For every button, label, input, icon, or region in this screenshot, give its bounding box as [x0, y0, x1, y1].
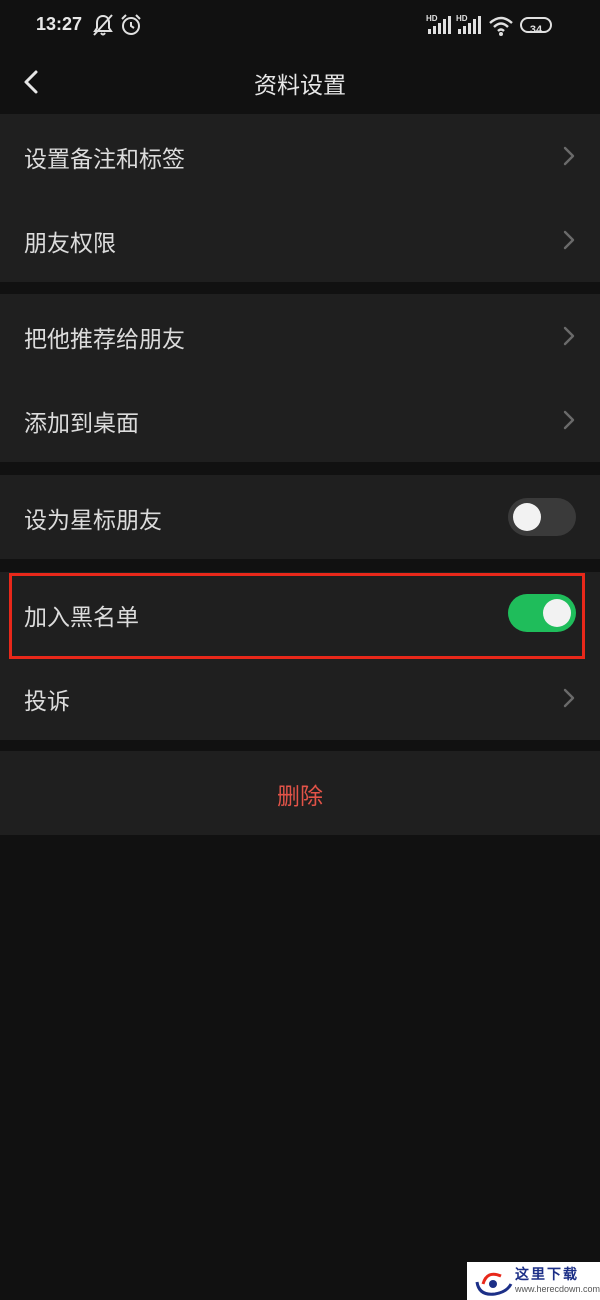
battery-level: 34 — [529, 24, 543, 36]
page-title: 资料设置 — [254, 73, 346, 99]
toggle-knob — [543, 599, 571, 627]
row-label: 设置备注和标签 — [24, 147, 185, 173]
logo-swoosh-icon — [475, 1272, 513, 1296]
row-label: 投诉 — [24, 689, 70, 715]
alarm-icon — [121, 14, 141, 35]
signal-hd-icon: HD — [456, 14, 481, 34]
star-friend-toggle[interactable] — [508, 498, 576, 536]
chevron-right-icon — [563, 688, 575, 708]
chevron-right-icon — [563, 230, 575, 250]
row-complain[interactable]: 投诉 — [0, 656, 600, 740]
status-bar: 13:27 HD HD 34 — [0, 0, 600, 52]
row-friend-permissions[interactable]: 朋友权限 — [0, 198, 600, 282]
row-set-star-friend: 设为星标朋友 — [0, 475, 600, 559]
status-time: 13:27 — [36, 14, 83, 34]
chevron-right-icon — [563, 410, 575, 430]
row-label: 把他推荐给朋友 — [24, 327, 185, 353]
row-label: 设为星标朋友 — [24, 508, 162, 534]
row-add-to-desktop[interactable]: 添加到桌面 — [0, 378, 600, 462]
row-recommend-to-friend[interactable]: 把他推荐给朋友 — [0, 294, 600, 378]
settings-group-remarks: 设置备注和标签 朋友权限 — [0, 114, 600, 282]
wifi-icon — [489, 16, 513, 36]
chevron-right-icon — [563, 146, 575, 166]
settings-group-star: 设为星标朋友 — [0, 475, 600, 559]
status-icons-right: HD HD 34 — [426, 13, 566, 39]
bell-off-icon — [93, 14, 113, 36]
svg-text:HD: HD — [456, 14, 468, 23]
watermark-title: 这里下载 — [515, 1267, 579, 1283]
battery-icon: 34 — [520, 17, 552, 36]
row-label: 朋友权限 — [24, 231, 116, 257]
svg-text:HD: HD — [426, 14, 438, 23]
delete-label: 删除 — [277, 784, 323, 810]
row-label: 添加到桌面 — [24, 411, 139, 437]
nav-bar: 资料设置 — [0, 52, 600, 110]
signal-hd-icon: HD — [426, 14, 451, 34]
row-label: 加入黑名单 — [24, 605, 139, 631]
chevron-right-icon — [563, 326, 575, 346]
settings-group-share: 把他推荐给朋友 添加到桌面 — [0, 294, 600, 462]
watermark-logo: 这里下载 www.herecdown.com — [467, 1262, 600, 1300]
settings-group-blacklist: 加入黑名单 投诉 — [0, 572, 600, 740]
toggle-knob — [513, 503, 541, 531]
row-add-to-blacklist: 加入黑名单 — [0, 572, 600, 656]
watermark-url: www.herecdown.com — [515, 1284, 600, 1294]
delete-button[interactable]: 删除 — [0, 751, 600, 835]
row-set-remark-and-tags[interactable]: 设置备注和标签 — [0, 114, 600, 198]
blacklist-toggle[interactable] — [508, 594, 576, 632]
